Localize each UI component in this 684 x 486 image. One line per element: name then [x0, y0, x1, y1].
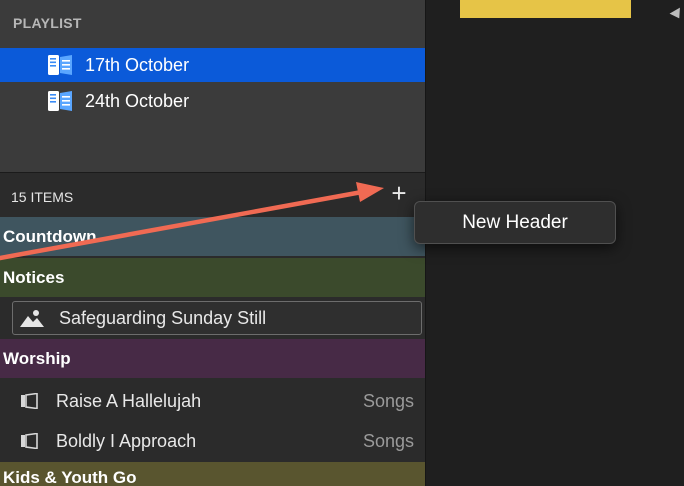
header-countdown[interactable]: Countdown: [0, 217, 425, 256]
item-boldly-i-approach[interactable]: Boldly I Approach Songs: [0, 421, 425, 461]
new-header-tooltip: New Header: [414, 201, 616, 244]
header-label: Kids & Youth Go: [3, 468, 137, 486]
header-label: Worship: [3, 348, 71, 368]
yellow-tab: [460, 0, 631, 18]
speaker-icon: [20, 392, 40, 410]
item-raise-a-hallelujah[interactable]: Raise A Hallelujah Songs: [0, 381, 425, 421]
playlist-item-label: 24th October: [85, 90, 190, 111]
playlist-item-24th-october[interactable]: 24th October: [0, 84, 425, 118]
add-header-button[interactable]: +: [388, 179, 410, 207]
playlist-document-icon: [47, 54, 73, 76]
item-safeguarding-sunday-still[interactable]: Safeguarding Sunday Still: [12, 301, 422, 335]
items-header: 15 ITEMS: [0, 172, 425, 217]
header-label: Notices: [3, 267, 65, 287]
header-worship[interactable]: Worship: [0, 339, 425, 378]
item-type: Songs: [362, 390, 414, 411]
header-notices[interactable]: Notices: [0, 258, 425, 297]
speaker-icon: [20, 432, 40, 450]
playlist-document-icon: [47, 90, 73, 112]
item-type: Songs: [362, 430, 414, 451]
playlist-title: PLAYLIST: [13, 15, 82, 31]
playlist-sidebar: PLAYLIST 17th October 24th October 15 IT…: [0, 0, 425, 486]
items-count: 15 ITEMS: [11, 189, 74, 205]
header-label: Countdown: [3, 226, 97, 246]
playlist-item-label: 17th October: [85, 54, 190, 75]
item-label: Raise A Hallelujah: [56, 390, 202, 411]
playlist-item-17th-october[interactable]: 17th October: [0, 48, 425, 82]
item-label: Safeguarding Sunday Still: [59, 307, 267, 328]
image-icon: [19, 308, 45, 328]
header-kids-youth-go[interactable]: Kids & Youth Go: [0, 462, 425, 486]
item-label: Boldly I Approach: [56, 430, 197, 451]
playlist-section: PLAYLIST 17th October 24th October: [0, 0, 425, 172]
